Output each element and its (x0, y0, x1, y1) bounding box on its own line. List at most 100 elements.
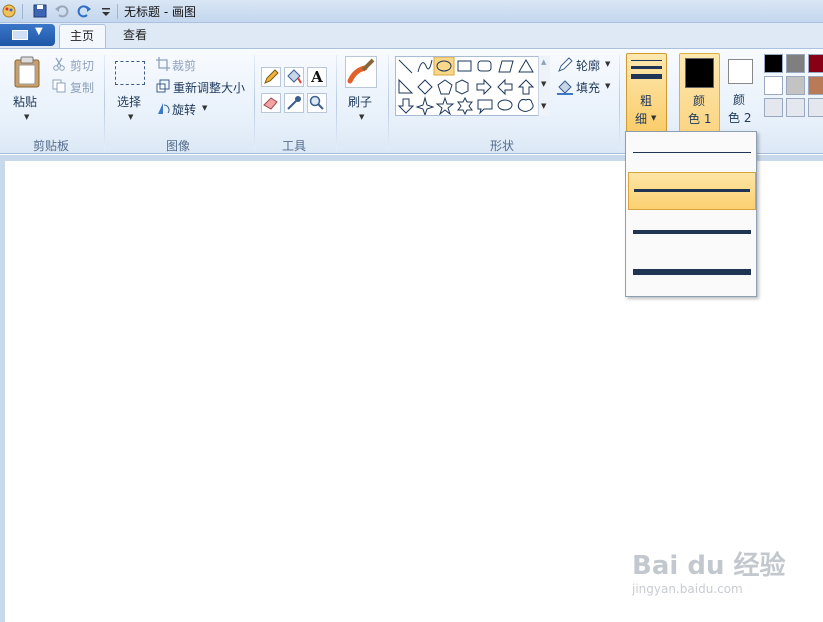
menu-icon (12, 30, 28, 40)
select-button[interactable]: 选择 (117, 93, 141, 110)
size-option-5px[interactable] (628, 214, 756, 252)
crop-button[interactable]: 裁剪 (172, 57, 196, 74)
size-label-bottom: 细 (635, 112, 648, 126)
text-tool-icon[interactable]: A (307, 67, 327, 87)
size-icon-line (631, 66, 662, 69)
size-button[interactable]: 粗 细 ▼ (626, 53, 667, 132)
pencil-icon[interactable] (261, 67, 281, 87)
color-2-label-bottom: 色 2 (728, 111, 752, 125)
triangle-shape-icon[interactable] (518, 59, 534, 73)
eraser-icon[interactable] (261, 93, 281, 113)
save-icon[interactable] (32, 3, 48, 19)
brushes-button[interactable]: 刷子 (348, 93, 372, 110)
outline-button[interactable]: 轮廓 (576, 57, 600, 74)
six-point-star-shape-icon[interactable] (457, 96, 473, 115)
cloud-callout-shape-icon[interactable] (517, 98, 534, 112)
palette-swatch-black[interactable] (764, 54, 783, 73)
customize-qat-icon[interactable] (98, 3, 114, 19)
palette-swatch-white[interactable] (764, 76, 783, 95)
down-arrow-shape-icon[interactable] (397, 98, 415, 114)
magnifier-icon[interactable] (307, 93, 327, 113)
fill-icon (557, 80, 573, 95)
select-icon[interactable] (115, 61, 145, 85)
chevron-down-icon[interactable]: ▼ (128, 113, 133, 121)
brush-icon[interactable] (345, 56, 377, 88)
chevron-down-icon: ▼ (651, 114, 657, 122)
oval-callout-shape-icon[interactable] (497, 99, 513, 111)
size-option-line (633, 269, 751, 275)
size-label-top: 粗 (640, 94, 653, 108)
rotate-button[interactable]: 旋转 (172, 101, 196, 118)
size-option-line (633, 230, 751, 234)
hexagon-shape-icon[interactable] (455, 79, 469, 95)
group-label-image: 图像 (166, 139, 191, 153)
rectangle-shape-icon[interactable] (457, 60, 472, 72)
scroll-up-icon[interactable]: ▲ (541, 58, 546, 66)
rounded-callout-shape-icon[interactable] (477, 99, 493, 115)
color-1-button[interactable]: 颜 色 1 (679, 53, 720, 132)
group-separator (619, 55, 620, 151)
scissors-icon (53, 57, 65, 71)
palette-swatch-custom[interactable] (808, 98, 823, 117)
undo-icon[interactable] (54, 3, 70, 19)
watermark-logo: Bai du 经验 (632, 551, 786, 581)
palette-swatch-custom[interactable] (764, 98, 783, 117)
tab-view[interactable]: 查看 (113, 24, 157, 49)
paint-menu-button[interactable]: ▼ (0, 24, 55, 46)
palette-swatch-gray[interactable] (786, 54, 805, 73)
palette-swatch-light-gray[interactable] (786, 76, 805, 95)
paste-button[interactable]: 粘贴 (13, 93, 37, 110)
size-option-3px[interactable] (628, 172, 756, 210)
size-option-1px[interactable] (628, 134, 756, 172)
shapes-gallery-scrollbar[interactable]: ▲ ▼ ▼ (538, 56, 550, 116)
redo-icon[interactable] (76, 3, 92, 19)
scroll-down-icon[interactable]: ▼ (541, 80, 546, 88)
size-option-line (634, 189, 750, 192)
four-point-star-shape-icon[interactable] (415, 96, 435, 115)
rounded-rectangle-shape-icon[interactable] (477, 60, 492, 72)
group-label-shapes: 形状 (490, 139, 515, 153)
group-label-tools: 工具 (282, 139, 307, 153)
title-bar: 无标题 - 画图 (0, 0, 823, 23)
cut-button[interactable]: 剪切 (70, 57, 94, 74)
color-1-label-bottom: 色 1 (688, 112, 712, 126)
chevron-down-icon: ▼ (35, 26, 43, 37)
palette-swatch-brown[interactable] (808, 76, 823, 95)
resize-button[interactable]: 重新调整大小 (173, 79, 245, 96)
size-dropdown (625, 131, 757, 297)
palette-swatch-custom[interactable] (786, 98, 805, 117)
tab-home[interactable]: 主页 (59, 24, 106, 49)
polygon-shape-icon[interactable] (498, 60, 514, 73)
chevron-down-icon[interactable]: ▼ (605, 82, 610, 90)
chevron-down-icon[interactable]: ▼ (359, 113, 364, 121)
fill-button[interactable]: 填充 (576, 79, 600, 96)
curve-shape-icon[interactable] (417, 59, 433, 73)
size-option-line (633, 152, 751, 153)
ribbon-tab-row: ▼ 主页 查看 (0, 23, 823, 49)
chevron-down-icon[interactable]: ▼ (202, 104, 207, 112)
paint-app-icon[interactable] (1, 3, 17, 19)
size-icon (631, 60, 662, 61)
color-picker-icon[interactable] (284, 93, 304, 113)
size-option-8px[interactable] (628, 254, 756, 292)
right-triangle-shape-icon[interactable] (398, 78, 414, 94)
five-point-star-shape-icon[interactable] (435, 96, 455, 115)
copy-button[interactable]: 复制 (70, 79, 94, 96)
color-1-label-top: 颜 (693, 94, 706, 108)
left-arrow-shape-icon[interactable] (497, 78, 513, 96)
diamond-shape-icon[interactable] (417, 79, 433, 95)
paste-icon[interactable] (12, 55, 42, 89)
palette-swatch-dark-red[interactable] (808, 54, 823, 73)
color-2-button[interactable]: 颜 色 2 (722, 53, 760, 132)
line-shape-icon[interactable] (398, 59, 413, 74)
pentagon-shape-icon[interactable] (437, 79, 453, 95)
fill-bucket-icon[interactable] (284, 67, 304, 87)
gallery-expand-icon[interactable]: ▼ (541, 102, 546, 110)
group-separator (254, 55, 255, 151)
up-arrow-shape-icon[interactable] (517, 79, 535, 95)
watermark-url: jingyan.baidu.com (632, 582, 743, 596)
chevron-down-icon[interactable]: ▼ (24, 113, 29, 121)
right-arrow-shape-icon[interactable] (476, 78, 492, 96)
chevron-down-icon[interactable]: ▼ (605, 60, 610, 68)
color-2-swatch (728, 59, 753, 84)
